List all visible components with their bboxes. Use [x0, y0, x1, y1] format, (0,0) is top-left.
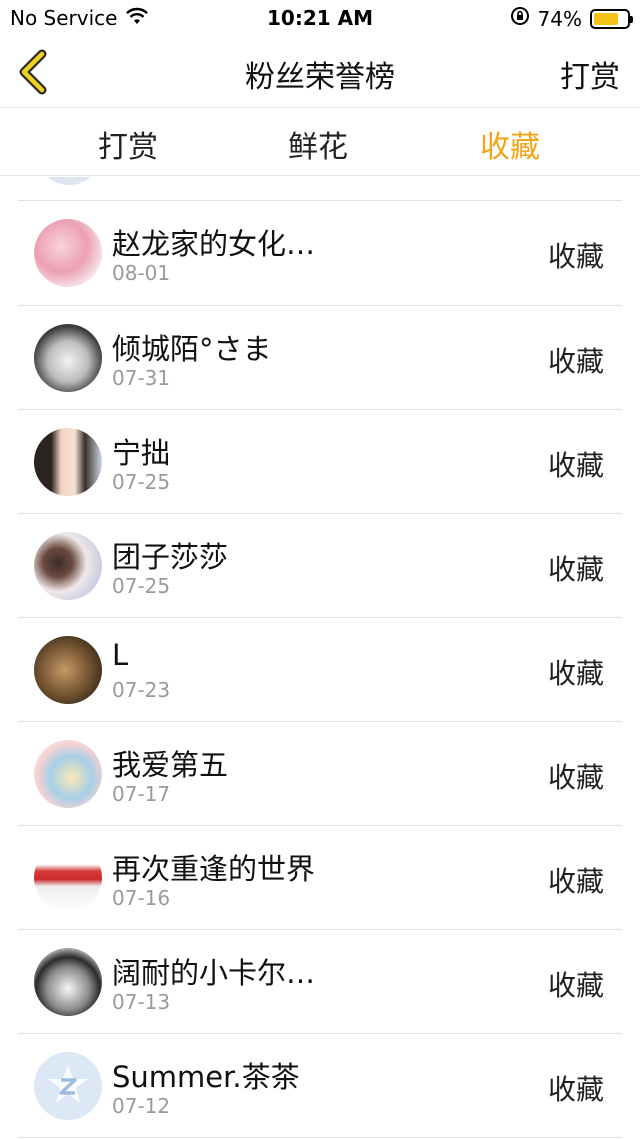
favorite-label: 收藏: [547, 345, 604, 378]
item-date: 07-12: [112, 1094, 171, 1118]
avatar: [34, 636, 102, 704]
list-item[interactable]: Summer.茶茶 07-12 收藏: [0, 1034, 640, 1138]
avatar: [34, 428, 102, 496]
tab-bar: 打赏 鲜花 收藏: [0, 108, 640, 176]
user-name: L: [112, 638, 129, 672]
tab-flowers[interactable]: 鲜花: [258, 122, 378, 166]
favorite-label: 收藏: [547, 240, 604, 273]
favorite-label: 收藏: [547, 553, 604, 586]
status-bar: No Service 10:21 AM 74%: [0, 0, 640, 36]
battery-percent: 74%: [537, 6, 582, 31]
default-avatar-icon: [48, 1065, 88, 1103]
user-name: 团子莎莎: [112, 540, 229, 574]
list-item[interactable]: 团子莎莎 07-25 收藏: [0, 514, 640, 618]
item-date: 07-13: [112, 990, 171, 1014]
list-item[interactable]: 我爱第五 07-17 收藏: [0, 722, 640, 826]
avatar: [34, 740, 102, 808]
reward-button[interactable]: 打赏: [560, 52, 620, 96]
item-date: 07-25: [112, 470, 171, 494]
favorite-label: 收藏: [547, 449, 604, 482]
user-name: 再次重逢的世界: [112, 852, 316, 886]
user-name: 阔耐的小卡尔…: [112, 956, 316, 990]
item-date: 08-01: [112, 261, 171, 285]
favorite-label: 收藏: [547, 865, 604, 898]
list-item[interactable]: 宁拙 07-25 收藏: [0, 410, 640, 514]
favorite-label: 收藏: [547, 761, 604, 794]
user-name: 倾城陌°さま: [112, 332, 272, 366]
list-item[interactable]: 再次重逢的世界 07-16 收藏: [0, 826, 640, 930]
status-right: 74%: [510, 6, 633, 31]
divider: [18, 1137, 622, 1138]
nav-bar: 粉丝荣誉榜 打赏: [0, 36, 640, 108]
avatar: [34, 1052, 102, 1120]
favorite-label: 收藏: [547, 969, 604, 1002]
rotation-lock-icon: [510, 6, 530, 31]
user-name: 宁拙: [112, 436, 171, 470]
list-item[interactable]: L 07-23 收藏: [0, 618, 640, 722]
tab-favorites[interactable]: 收藏: [450, 122, 570, 166]
item-date: 07-23: [112, 678, 171, 702]
item-date: 07-17: [112, 782, 171, 806]
list-item[interactable]: 阔耐的小卡尔… 07-13 收藏: [0, 930, 640, 1034]
list-item[interactable]: 赵龙家的女化… 08-01 收藏: [0, 201, 640, 305]
tab-reward[interactable]: 打赏: [68, 122, 188, 166]
page-title: 粉丝荣誉榜: [245, 60, 395, 95]
user-name: 赵龙家的女化…: [112, 227, 316, 261]
list-item[interactable]: 倾城陌°さま 07-31 收藏: [0, 306, 640, 410]
favorite-label: 收藏: [547, 1073, 604, 1106]
user-name: Summer.茶茶: [112, 1060, 300, 1094]
battery-icon: [590, 8, 633, 29]
item-date: 07-16: [112, 886, 171, 910]
item-date: 07-31: [112, 366, 171, 390]
avatar: [34, 948, 102, 1016]
item-date: 07-25: [112, 574, 171, 598]
avatar: [34, 844, 102, 912]
user-name: 我爱第五: [112, 748, 229, 782]
favorite-label: 收藏: [547, 657, 604, 690]
avatar-partial: [36, 177, 102, 185]
avatar: [34, 324, 102, 392]
avatar: [34, 219, 102, 287]
avatar: [34, 532, 102, 600]
battery-fill: [594, 12, 618, 25]
